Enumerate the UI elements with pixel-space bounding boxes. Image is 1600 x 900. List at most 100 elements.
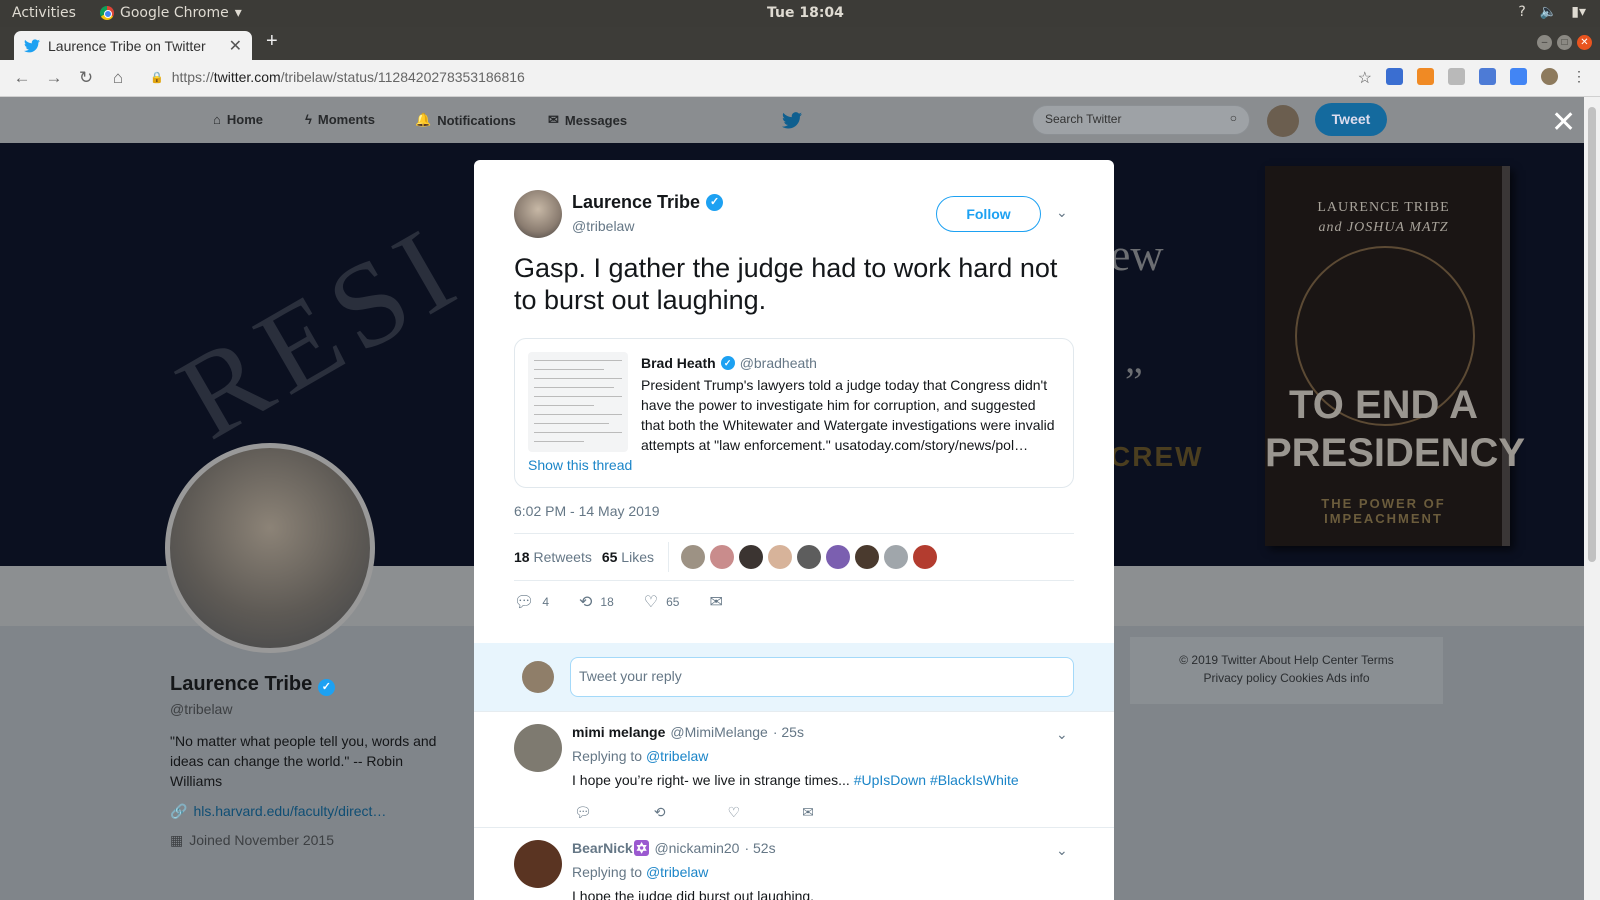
url-field[interactable]: 🔒 https://twitter.com/tribelaw/status/11… [150,69,525,85]
reply-avatar[interactable] [514,840,562,888]
liker-avatar[interactable] [825,545,850,569]
battery-icon[interactable]: ▮▾ [1571,4,1586,20]
nav-avatar[interactable] [1267,105,1299,137]
window-close-button[interactable]: ✕ [1577,35,1592,50]
envelope-icon[interactable]: ✉ [802,804,814,821]
bookmark-star-icon[interactable]: ☆ [1358,68,1372,87]
profile-link-text[interactable]: hls.harvard.edu/faculty/direct… [193,803,386,820]
liker-avatar[interactable] [854,545,879,569]
nav-notifications[interactable]: 🔔 Notifications [415,112,516,128]
close-icon[interactable]: ✕ [1551,108,1576,138]
system-tray[interactable]: ? 🔈 ▮▾ [1518,4,1586,20]
profile-handle[interactable]: @tribelaw [170,701,232,717]
profile-avatar-icon[interactable] [1541,68,1558,85]
new-tab-button[interactable]: + [266,30,278,53]
search-placeholder: Search Twitter [1045,112,1122,126]
reply-action[interactable]: 💬︎ 4 [514,592,549,612]
reply-hashtags[interactable]: #UpIsDown #BlackIsWhite [854,772,1019,788]
tab-close-icon[interactable]: ✕ [229,36,242,56]
minimize-button[interactable]: – [1537,35,1552,50]
nav-messages-label: Messages [564,112,628,128]
quoted-author-name: Brad Heath [641,355,716,371]
reply-author-handle[interactable]: @MimiMelange [670,724,767,740]
liker-avatar[interactable] [738,545,763,569]
likes-stat[interactable]: 65 Likes [602,549,654,565]
footer-line-1[interactable]: © 2019 Twitter About Help Center Terms [1150,651,1423,669]
reply-avatar[interactable] [514,724,562,772]
replying-to-link[interactable]: @tribelaw [646,864,708,880]
follow-button[interactable]: Follow [936,196,1041,232]
reply-icon[interactable]: 💬︎ [574,804,592,821]
reply-input[interactable]: Tweet your reply [570,657,1074,697]
nav-messages[interactable]: ✉ Messages [548,112,627,128]
liker-avatar[interactable] [709,545,734,569]
translate-icon[interactable] [1510,68,1527,85]
tweet-timestamp[interactable]: 6:02 PM - 14 May 2019 [514,503,660,519]
search-input[interactable]: Search Twitter ○ [1032,105,1250,135]
book-cover: LAURENCE TRIBE and JOSHUA MATZ TO END A P… [1265,166,1526,546]
reply-author-handle[interactable]: @nickamin20 [654,840,739,857]
reply-tweet[interactable]: BearNick ✡ @nickamin20 · 52s ⌄ Replying to … [474,827,1114,900]
footer-line-2[interactable]: Privacy policy Cookies Ads info [1150,669,1423,687]
tweet-button[interactable]: Tweet [1315,103,1387,136]
activities-button[interactable]: Activities [12,5,76,21]
camera-icon[interactable] [1479,68,1496,85]
chevron-down-icon[interactable]: ⌄ [1056,842,1068,859]
lock-icon: 🔒 [150,71,164,84]
banner-seal-text: RESI [156,198,483,465]
author-avatar[interactable] [514,190,562,238]
book-title: TO END A PRESIDENCY [1265,383,1526,475]
nav-home[interactable]: ⌂ Home [213,112,263,127]
forward-button[interactable]: → [38,68,70,88]
reply-time[interactable]: · 25s [773,724,804,740]
rss-icon[interactable] [1417,68,1434,85]
liker-avatar[interactable] [680,545,705,569]
retweet-icon[interactable]: ⟲ [654,804,666,821]
reload-button[interactable]: ↻ [70,68,102,88]
banner-text-fragment: ew [1110,229,1164,280]
liker-avatar[interactable] [912,545,937,569]
extension-icon-3[interactable] [1448,68,1465,85]
liker-avatar[interactable] [883,545,908,569]
dm-action[interactable]: ✉ [709,592,722,612]
profile-avatar[interactable] [165,443,375,653]
menu-icon[interactable]: ⋮ [1572,68,1586,85]
profile-link[interactable]: 🔗 hls.harvard.edu/faculty/direct… [170,803,386,820]
back-button[interactable]: ← [6,68,38,88]
reply-tweet[interactable]: mimi melange @MimiMelange · 25s ⌄ Replying… [474,711,1114,827]
os-top-bar: Activities Google Chrome ▾ Tue 18:04 ? 🔈… [0,0,1600,27]
app-menu[interactable]: Google Chrome ▾ [100,5,242,21]
extension-icon-1[interactable] [1386,68,1403,85]
retweet-action[interactable]: ⟲ 18 [579,592,614,612]
nav-moments[interactable]: ϟ Moments [305,112,375,127]
scrollbar-thumb[interactable] [1588,107,1596,562]
quoted-tweet[interactable]: Brad Heath ✓ @bradheath President Trump's … [514,338,1074,488]
replying-to-link[interactable]: @tribelaw [646,748,708,764]
volume-icon[interactable]: 🔈 [1540,4,1557,20]
home-button[interactable]: ⌂ [102,68,134,88]
retweets-label: Retweets [533,549,592,565]
liker-avatar[interactable] [767,545,792,569]
liker-avatar[interactable] [796,545,821,569]
chevron-down-icon[interactable]: ⌄ [1056,726,1068,743]
twitter-bird-icon[interactable] [782,112,802,129]
quoted-author-handle: @bradheath [739,355,817,371]
heart-icon[interactable]: ♡ [728,804,741,821]
reply-time[interactable]: · 52s [744,840,775,857]
browser-tab[interactable]: Laurence Tribe on Twitter ✕ [14,31,252,60]
author-handle[interactable]: @tribelaw [572,218,634,234]
tab-strip: Laurence Tribe on Twitter ✕ + – □ ✕ [0,27,1600,60]
help-icon[interactable]: ? [1518,4,1525,20]
profile-name-text: Laurence Tribe [170,673,313,695]
retweets-stat[interactable]: 18 Retweets [514,549,592,565]
reply-author-name[interactable]: mimi melange [572,724,665,740]
show-thread-link[interactable]: Show this thread [528,457,632,473]
maximize-button[interactable]: □ [1557,35,1572,50]
clock[interactable]: Tue 18:04 [767,5,844,21]
like-action[interactable]: ♡ 65 [644,592,680,612]
chevron-down-icon[interactable]: ⌄ [1056,204,1068,221]
page-scrollbar[interactable] [1584,97,1600,900]
reply-author-name[interactable]: BearNick ✡ [572,840,650,857]
replying-prefix: Replying to [572,864,643,880]
author-name[interactable]: Laurence Tribe ✓ [572,192,724,213]
